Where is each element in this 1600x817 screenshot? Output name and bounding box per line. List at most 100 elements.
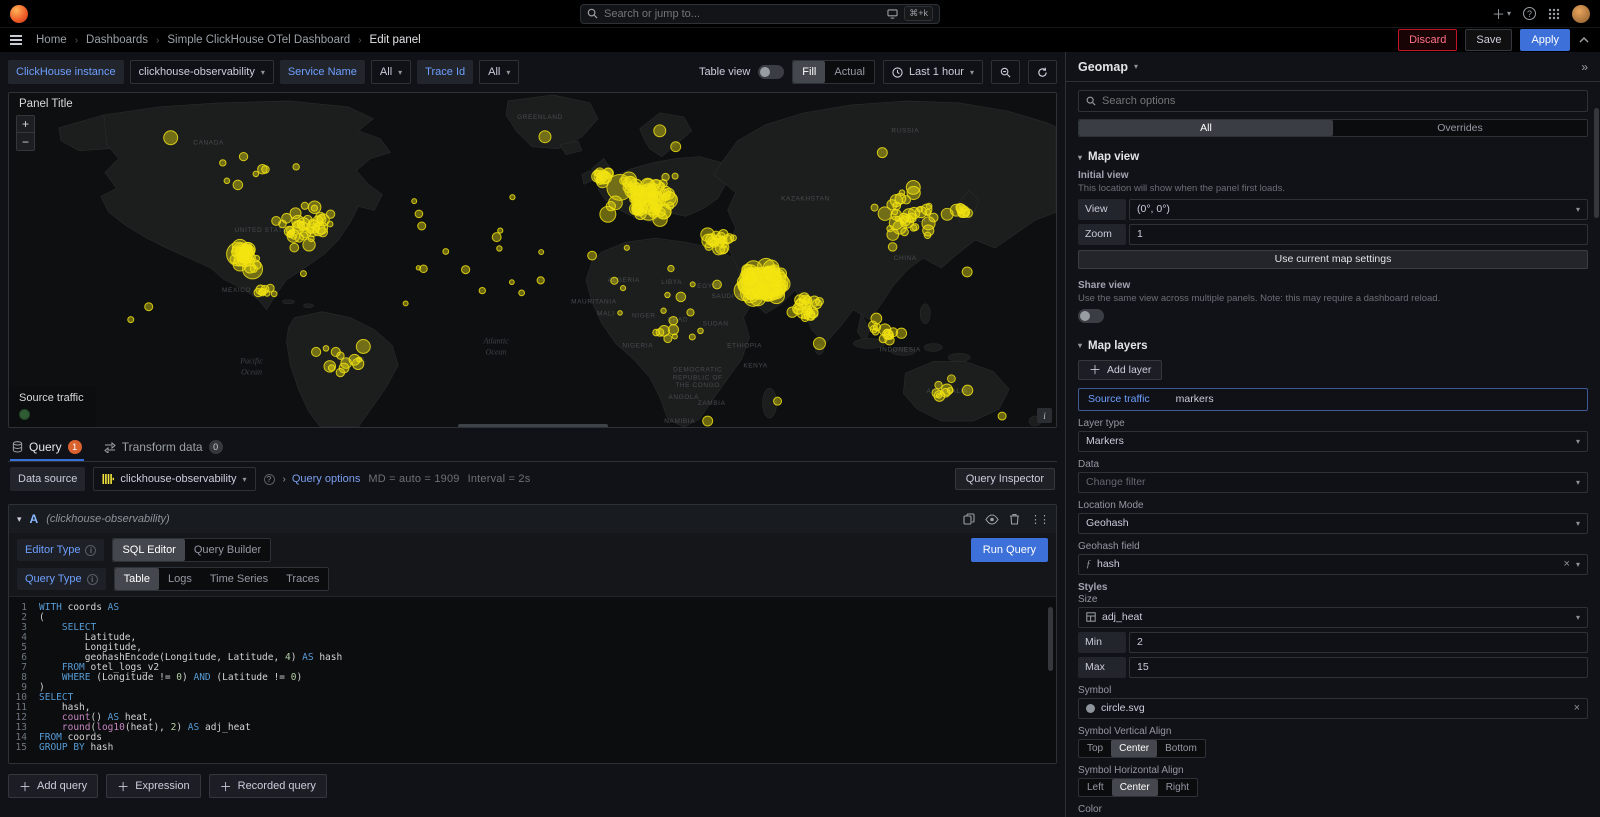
add-query-button[interactable]: ＋Add query (8, 774, 98, 798)
hide-query-icon[interactable] (985, 514, 999, 525)
query-inspector-button[interactable]: Query Inspector (955, 468, 1055, 490)
add-layer-button[interactable]: ＋Add layer (1078, 360, 1162, 380)
datasource-select[interactable]: clickhouse-observability ▾ (93, 467, 255, 491)
apply-button[interactable]: Apply (1520, 29, 1570, 51)
collapse-query-icon[interactable]: ▾ (17, 514, 22, 525)
chevron-down-icon: ▾ (1576, 205, 1580, 214)
add-new-button[interactable]: ＋▾ (1492, 4, 1511, 23)
layer-row-source-traffic[interactable]: Source traffic markers (1078, 388, 1588, 411)
layer-name[interactable]: Source traffic (1088, 393, 1150, 405)
tab-transform-data[interactable]: Transform data 0 (102, 440, 225, 461)
query-builder-option[interactable]: Query Builder (185, 539, 270, 561)
filter-value-trace-id[interactable]: All▾ (479, 60, 519, 84)
max-input[interactable] (1129, 657, 1588, 678)
delete-query-icon[interactable] (1009, 513, 1020, 525)
share-view-toggle[interactable] (1078, 309, 1104, 323)
filter-value-service-name[interactable]: All▾ (371, 60, 411, 84)
clear-icon[interactable]: × (1564, 558, 1570, 570)
options-tab-all[interactable]: All (1079, 120, 1333, 136)
data-select[interactable]: Change filter▾ (1078, 472, 1588, 493)
map-zoom-in-button[interactable]: + (17, 116, 34, 133)
chevron-down-icon: ▾ (1576, 437, 1580, 446)
query-options-meta-md: MD = auto = 1909 (368, 473, 459, 485)
options-search-input[interactable] (1102, 95, 1580, 107)
query-type-traces[interactable]: Traces (277, 568, 328, 590)
drag-handle-icon[interactable]: ⋮⋮ (1030, 513, 1048, 526)
valign-center-option[interactable]: Center (1111, 740, 1157, 757)
refresh-button[interactable] (1028, 60, 1057, 84)
time-range-picker[interactable]: Last 1 hour ▾ (883, 60, 983, 84)
filter-label-clickhouse-instance: ClickHouse instance (8, 60, 124, 84)
grid-icon[interactable] (1548, 8, 1560, 20)
table-view-toggle[interactable] (758, 65, 784, 79)
halign-left-option[interactable]: Left (1079, 779, 1112, 796)
avatar[interactable] (1572, 5, 1590, 23)
breadcrumb-separator: › (156, 35, 159, 46)
duplicate-query-icon[interactable] (963, 513, 975, 525)
map-attribution-icon[interactable]: i (1037, 408, 1052, 423)
zoom-input[interactable] (1129, 224, 1588, 245)
discard-button[interactable]: Discard (1398, 29, 1457, 51)
query-footer: ＋Add query ＋Expression ＋Recorded query (8, 774, 1057, 798)
options-tab-overrides[interactable]: Overrides (1333, 120, 1587, 136)
geomap-panel[interactable]: Panel Title (8, 92, 1057, 428)
search-input[interactable] (604, 8, 881, 20)
size-fill-option[interactable]: Fill (793, 61, 825, 83)
symbol-halign-label: Symbol Horizontal Align (1078, 765, 1588, 776)
viz-picker-header[interactable]: Geomap ▾ » (1066, 52, 1600, 82)
layer-type-select[interactable]: Markers▾ (1078, 431, 1588, 452)
chevron-down-icon: ▾ (1576, 478, 1580, 487)
datasource-help-icon[interactable]: ? (264, 474, 275, 485)
valign-top-option[interactable]: Top (1079, 740, 1111, 757)
search-bar[interactable]: ⌘+k (580, 4, 940, 24)
tab-query[interactable]: Query 1 (10, 440, 84, 461)
query-card-header[interactable]: ▾ A (clickhouse-observability) ⋮⋮ (9, 505, 1056, 533)
editor-scrollbar[interactable] (1048, 607, 1053, 671)
grafana-logo[interactable] (10, 5, 28, 23)
breadcrumb-dashboard-name[interactable]: Simple ClickHouse OTel Dashboard (167, 34, 350, 46)
panel-resize-handle[interactable] (458, 424, 608, 428)
section-map-view[interactable]: ▾Map view (1078, 151, 1588, 163)
query-options-toggle[interactable]: ›Query options (283, 473, 361, 485)
sidebar-scrollbar[interactable] (1594, 108, 1599, 218)
halign-right-option[interactable]: Right (1158, 779, 1197, 796)
add-expression-button[interactable]: ＋Expression (106, 774, 200, 798)
query-type-time-series[interactable]: Time Series (201, 568, 277, 590)
sql-code-editor[interactable]: 1WITH coords AS2(3 SELECT4 Latitude,5 Lo… (9, 596, 1056, 763)
view-select[interactable]: (0°, 0°)▾ (1129, 199, 1588, 220)
edit-panel-left: ClickHouse instance clickhouse-observabi… (0, 52, 1065, 817)
world-map[interactable]: RUSSIACANADAGREENLANDUNITED STATESMEXICO… (9, 93, 1056, 427)
valign-bottom-option[interactable]: Bottom (1157, 740, 1205, 757)
query-type-logs[interactable]: Logs (159, 568, 201, 590)
location-mode-select[interactable]: Geohash▾ (1078, 513, 1588, 534)
collapse-pane-icon[interactable]: » (1581, 60, 1588, 74)
size-field-select[interactable]: adj_heat▾ (1078, 607, 1588, 628)
use-current-map-settings-button[interactable]: Use current map settings (1078, 250, 1588, 269)
run-query-button[interactable]: Run Query (971, 538, 1048, 562)
breadcrumb-home[interactable]: Home (36, 34, 67, 46)
svg-text:Ocean: Ocean (486, 347, 507, 356)
breadcrumb-dashboards[interactable]: Dashboards (86, 34, 148, 46)
sql-editor-option[interactable]: SQL Editor (113, 539, 184, 561)
save-button[interactable]: Save (1465, 29, 1512, 51)
halign-center-option[interactable]: Center (1112, 779, 1158, 796)
menu-icon[interactable] (10, 35, 22, 45)
min-input[interactable] (1129, 632, 1588, 653)
filter-value-clickhouse-instance[interactable]: clickhouse-observability▾ (130, 60, 274, 84)
location-mode-label: Location Mode (1078, 500, 1588, 511)
query-type-table[interactable]: Table (115, 568, 159, 590)
geohash-field-select[interactable]: ƒhash×▾ (1078, 554, 1588, 575)
map-zoom-out-button[interactable]: − (17, 133, 34, 150)
svg-text:NAMIBIA: NAMIBIA (664, 418, 695, 425)
add-recorded-query-button[interactable]: ＋Recorded query (209, 774, 327, 798)
help-icon[interactable]: ? (1523, 7, 1536, 20)
query-options-meta-interval: Interval = 2s (468, 473, 531, 485)
panel-title[interactable]: Panel Title (19, 98, 73, 110)
clear-icon[interactable]: × (1574, 702, 1580, 714)
symbol-select[interactable]: circle.svg× (1078, 698, 1588, 719)
options-search[interactable] (1078, 90, 1588, 112)
size-actual-option[interactable]: Actual (825, 61, 874, 83)
zoom-out-button[interactable] (991, 60, 1020, 84)
section-map-layers[interactable]: ▾Map layers (1078, 340, 1588, 352)
chevron-up-icon[interactable] (1578, 34, 1590, 46)
